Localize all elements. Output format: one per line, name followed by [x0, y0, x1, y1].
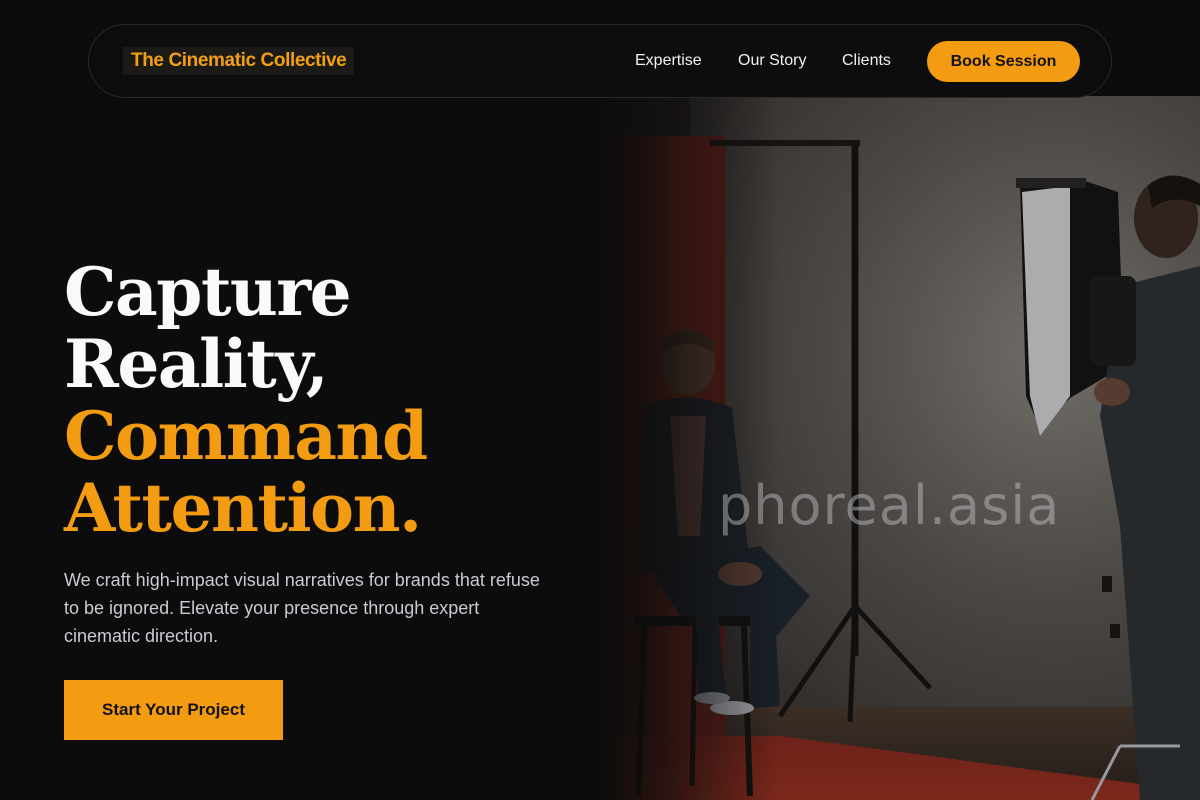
- start-project-button[interactable]: Start Your Project: [64, 680, 283, 740]
- hero-description: We craft high-impact visual narratives f…: [64, 570, 540, 646]
- nav-link-clients[interactable]: Clients: [842, 52, 891, 70]
- hero-title: Capture Reality, Command Attention.: [64, 253, 428, 547]
- book-session-button[interactable]: Book Session: [927, 41, 1080, 82]
- image-watermark: phoreal.asia: [718, 474, 1061, 537]
- hero-title-line: Capture: [64, 253, 352, 331]
- nav-link-expertise[interactable]: Expertise: [635, 52, 702, 70]
- photo-fade: [600, 96, 780, 800]
- top-nav: The Cinematic Collective Expertise Our S…: [88, 24, 1112, 98]
- hero-photo: phoreal.asia: [600, 96, 1200, 800]
- brand-logo[interactable]: The Cinematic Collective: [123, 47, 355, 75]
- hero-title-accent-line: Attention.: [64, 469, 422, 547]
- hero-title-line: Reality,: [64, 325, 329, 403]
- nav-link-our-story[interactable]: Our Story: [738, 52, 806, 70]
- hero-title-accent-line: Command: [64, 397, 428, 475]
